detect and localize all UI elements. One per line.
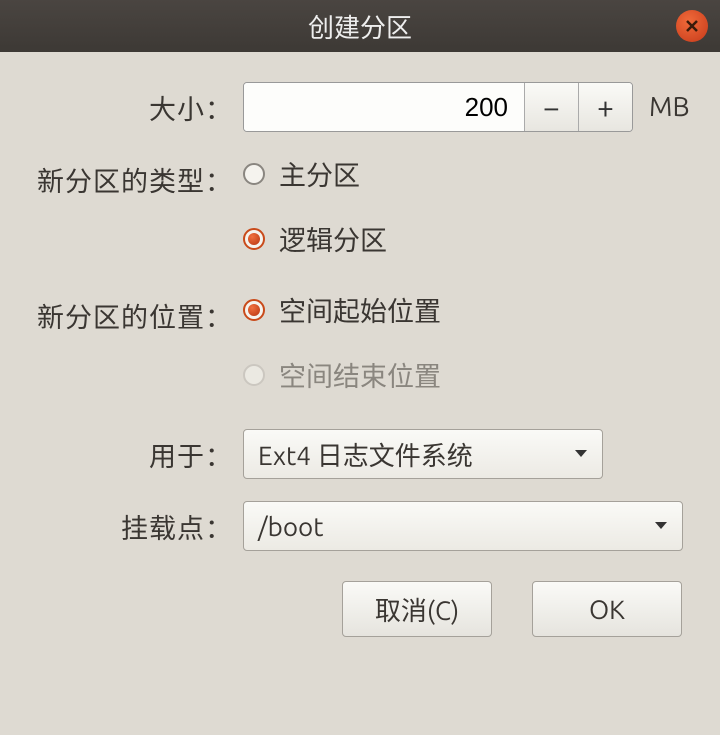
size-label: 大小： — [18, 82, 243, 127]
dialog-content: 大小： − + MB 新分区的类型： 主分区 逻辑分区 — [0, 52, 720, 657]
location-radio-group: 空间起始位置 空间结束位置 — [243, 290, 441, 394]
type-label: 新分区的类型： — [18, 154, 243, 199]
radio-label: 空间结束位置 — [279, 355, 441, 394]
button-row: 取消(C) OK — [18, 581, 702, 637]
usedfor-label: 用于： — [18, 429, 243, 474]
decrement-button[interactable]: − — [524, 83, 578, 131]
increment-button[interactable]: + — [578, 83, 632, 131]
radio-label: 逻辑分区 — [279, 219, 387, 258]
combobox-value: /boot — [258, 512, 323, 541]
window-title: 创建分区 — [308, 8, 412, 45]
chevron-down-icon — [654, 521, 668, 531]
titlebar: 创建分区 — [0, 0, 720, 52]
combobox-value: Ext4 日志文件系统 — [258, 436, 473, 473]
location-row: 新分区的位置： 空间起始位置 空间结束位置 — [18, 290, 702, 394]
radio-end: 空间结束位置 — [243, 355, 441, 394]
radio-beginning[interactable]: 空间起始位置 — [243, 290, 441, 329]
close-icon — [685, 19, 699, 33]
button-label: OK — [589, 595, 625, 624]
ok-button[interactable]: OK — [532, 581, 682, 637]
mountpoint-label: 挂载点： — [18, 501, 243, 546]
radio-logical[interactable]: 逻辑分区 — [243, 219, 387, 258]
chevron-down-icon — [574, 449, 588, 459]
close-button[interactable] — [676, 10, 708, 42]
radio-primary[interactable]: 主分区 — [243, 154, 387, 193]
button-label: 取消(C) — [375, 591, 459, 628]
type-radio-group: 主分区 逻辑分区 — [243, 154, 387, 258]
radio-icon — [243, 163, 265, 185]
location-label: 新分区的位置： — [18, 290, 243, 335]
size-spinbox: − + — [243, 82, 633, 132]
radio-label: 主分区 — [279, 154, 360, 193]
radio-icon — [243, 299, 265, 321]
type-row: 新分区的类型： 主分区 逻辑分区 — [18, 154, 702, 258]
mountpoint-row: 挂载点： /boot — [18, 501, 702, 551]
radio-icon — [243, 364, 265, 386]
size-unit: MB — [649, 92, 690, 122]
cancel-button[interactable]: 取消(C) — [342, 581, 492, 637]
size-input[interactable] — [244, 83, 524, 131]
size-row: 大小： − + MB — [18, 82, 702, 132]
radio-icon — [243, 228, 265, 250]
mountpoint-combobox[interactable]: /boot — [243, 501, 683, 551]
usedfor-combobox[interactable]: Ext4 日志文件系统 — [243, 429, 603, 479]
radio-label: 空间起始位置 — [279, 290, 441, 329]
usedfor-row: 用于： Ext4 日志文件系统 — [18, 429, 702, 479]
